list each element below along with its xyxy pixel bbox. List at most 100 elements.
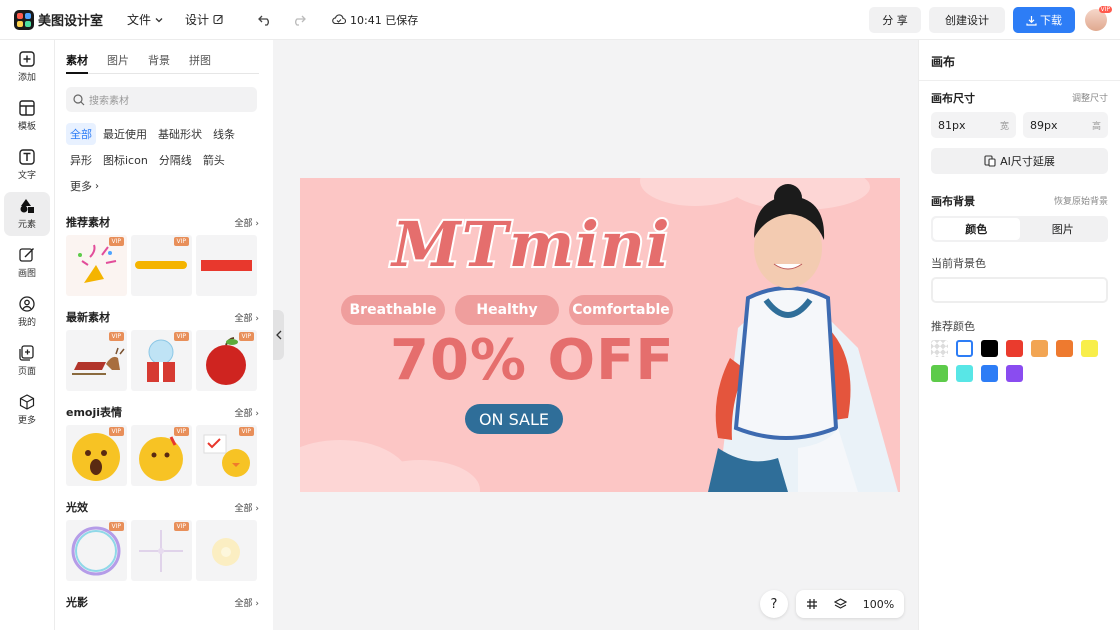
material-search-input[interactable]: 搜索素材 bbox=[66, 87, 257, 112]
tab-images[interactable]: 图片 bbox=[107, 52, 129, 74]
rail-item-more[interactable]: 更多 bbox=[4, 388, 50, 432]
color-swatch[interactable] bbox=[956, 340, 973, 357]
app-logo[interactable]: 美图设计室 bbox=[14, 9, 114, 30]
section-light-shadow: 光影 全部 › bbox=[66, 593, 259, 611]
chip-recent[interactable]: 最近使用 bbox=[99, 123, 151, 145]
rail-label: 添加 bbox=[17, 73, 36, 83]
height-input[interactable]: 89px 高 bbox=[1023, 112, 1108, 138]
tool-rail: 添加 模板 文字 元素 画图 我的 页面 更多 bbox=[0, 40, 55, 630]
tag-comfortable[interactable]: Comfortable bbox=[569, 295, 673, 325]
vip-badge: VIP bbox=[238, 427, 254, 436]
runner-girl-photo[interactable] bbox=[678, 178, 900, 492]
color-swatch[interactable] bbox=[1006, 340, 1023, 357]
see-all-link[interactable]: 全部 › bbox=[235, 406, 259, 419]
tag-healthy[interactable]: Healthy bbox=[455, 295, 559, 325]
tab-materials[interactable]: 素材 bbox=[66, 52, 88, 74]
chip-arrows[interactable]: 箭头 bbox=[199, 149, 229, 171]
see-all-link[interactable]: 全部 › bbox=[235, 216, 259, 229]
color-swatch[interactable] bbox=[931, 365, 948, 382]
layers-icon[interactable] bbox=[833, 598, 847, 610]
see-all-link[interactable]: 全部 › bbox=[235, 596, 259, 609]
panel-title: 画布 bbox=[931, 55, 956, 69]
help-button[interactable]: ? bbox=[760, 590, 788, 618]
color-swatch[interactable] bbox=[981, 340, 998, 357]
design-menu[interactable]: 设计 bbox=[185, 11, 224, 28]
color-swatch[interactable] bbox=[1056, 340, 1073, 357]
create-design-button[interactable]: 创建设计 bbox=[929, 7, 1005, 33]
section-title: 最新素材 bbox=[66, 311, 110, 324]
material-tile-glow[interactable] bbox=[196, 520, 257, 581]
rail-item-text[interactable]: 文字 bbox=[4, 143, 50, 187]
rail-item-template[interactable]: 模板 bbox=[4, 94, 50, 138]
tab-collage[interactable]: 拼图 bbox=[189, 52, 211, 74]
material-tile-sparkle[interactable]: VIP bbox=[131, 520, 192, 581]
vip-badge: VIP bbox=[173, 522, 189, 531]
chip-irregular[interactable]: 异形 bbox=[66, 149, 96, 171]
on-sale-badge[interactable]: ON SALE bbox=[465, 404, 563, 434]
search-icon bbox=[73, 93, 85, 105]
glow-icon bbox=[212, 538, 240, 566]
top-bar: 美图设计室 文件 设计 10:41 已保存 分 享 创建设计 下载 VIP bbox=[0, 0, 1120, 40]
chip-icons[interactable]: 图标icon bbox=[99, 149, 152, 171]
help-label: ? bbox=[770, 596, 778, 612]
rail-item-mine[interactable]: 我的 bbox=[4, 290, 50, 334]
redo-icon[interactable] bbox=[292, 14, 306, 26]
chip-dividers[interactable]: 分隔线 bbox=[155, 149, 196, 171]
material-tile-yellow-stroke[interactable]: VIP bbox=[131, 235, 192, 296]
color-swatch[interactable] bbox=[931, 340, 948, 357]
material-tile-scream-emoji[interactable]: VIP bbox=[66, 425, 127, 486]
banner-title[interactable]: MTmini bbox=[390, 206, 672, 283]
panel-collapse-handle[interactable] bbox=[273, 310, 284, 360]
material-tile-thinking-emoji[interactable]: VIP bbox=[131, 425, 192, 486]
see-all-link[interactable]: 全部 › bbox=[235, 501, 259, 514]
restore-bg-link[interactable]: 恢复原始背景 bbox=[1054, 194, 1108, 207]
rail-item-add[interactable]: 添加 bbox=[4, 45, 50, 89]
download-button-label: 下载 bbox=[1040, 14, 1062, 27]
current-bg-color-field[interactable] bbox=[931, 277, 1108, 303]
color-swatch[interactable] bbox=[956, 365, 973, 382]
chip-basic-shapes[interactable]: 基础形状 bbox=[154, 123, 206, 145]
color-swatch[interactable] bbox=[1081, 340, 1098, 357]
material-tile-bubble[interactable]: VIP bbox=[66, 520, 127, 581]
create-design-label: 创建设计 bbox=[945, 14, 989, 27]
width-input[interactable]: 81px 宽 bbox=[931, 112, 1016, 138]
section-title: 推荐素材 bbox=[66, 216, 110, 229]
vip-badge: VIP bbox=[173, 237, 189, 246]
design-canvas[interactable]: MTmini Breathable Healthy Comfortable 70… bbox=[300, 178, 900, 492]
tab-backgrounds[interactable]: 背景 bbox=[148, 52, 170, 74]
vip-badge: VIP bbox=[108, 427, 124, 436]
grid-icon[interactable] bbox=[806, 598, 818, 610]
undo-icon[interactable] bbox=[258, 14, 272, 26]
cube-icon bbox=[19, 394, 35, 410]
see-all-link[interactable]: 全部 › bbox=[235, 311, 259, 324]
material-tile-red-bar[interactable] bbox=[196, 235, 257, 296]
ai-extend-icon bbox=[984, 155, 996, 167]
color-swatch[interactable] bbox=[1006, 365, 1023, 382]
vip-badge: VIP bbox=[238, 332, 254, 341]
user-avatar[interactable]: VIP bbox=[1085, 6, 1112, 31]
discount-text[interactable]: 70% OFF bbox=[390, 328, 675, 393]
share-button[interactable]: 分 享 bbox=[869, 7, 921, 33]
color-swatch[interactable] bbox=[981, 365, 998, 382]
ai-size-extend-button[interactable]: AI尺寸延展 bbox=[931, 148, 1108, 174]
material-tile-party-popper[interactable]: VIP bbox=[66, 235, 127, 296]
chip-lines[interactable]: 线条 bbox=[209, 123, 239, 145]
rail-item-elements[interactable]: 元素 bbox=[4, 192, 50, 236]
rail-item-page[interactable]: 页面 bbox=[4, 339, 50, 383]
bg-type-color[interactable]: 颜色 bbox=[933, 218, 1020, 240]
vip-badge: VIP bbox=[108, 522, 124, 531]
color-swatch[interactable] bbox=[1031, 340, 1048, 357]
chip-all[interactable]: 全部 bbox=[66, 123, 96, 145]
file-menu[interactable]: 文件 bbox=[127, 11, 163, 28]
material-tile-gift-globe[interactable]: VIP bbox=[131, 330, 192, 391]
material-tile-apple[interactable]: VIP bbox=[196, 330, 257, 391]
adjust-size-link[interactable]: 调整尺寸 bbox=[1072, 91, 1108, 104]
zoom-level[interactable]: 100% bbox=[863, 598, 894, 611]
material-tile-sleigh[interactable]: VIP bbox=[66, 330, 127, 391]
rail-item-draw[interactable]: 画图 bbox=[4, 241, 50, 285]
material-tile-chick-emoji[interactable]: VIP bbox=[196, 425, 257, 486]
download-button[interactable]: 下载 bbox=[1013, 7, 1075, 33]
bg-type-image[interactable]: 图片 bbox=[1020, 218, 1107, 240]
tag-breathable[interactable]: Breathable bbox=[341, 295, 445, 325]
chip-more[interactable]: 更多 › bbox=[66, 175, 103, 197]
